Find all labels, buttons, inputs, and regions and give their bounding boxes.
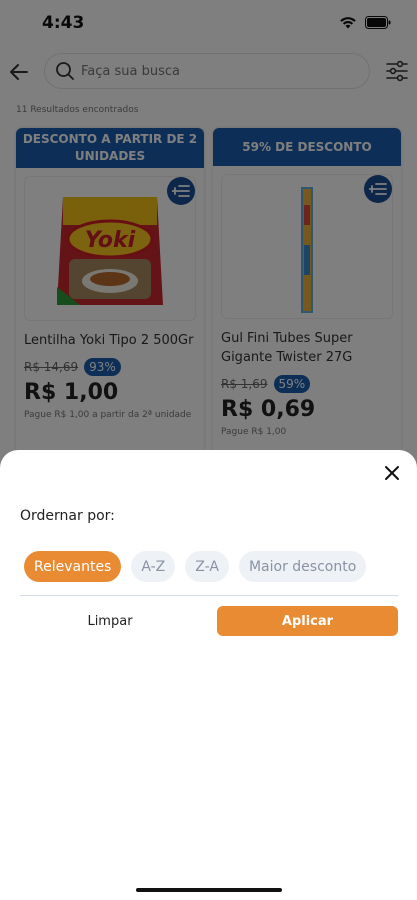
sort-option-maior-desconto[interactable]: Maior desconto	[238, 551, 367, 582]
close-button[interactable]	[383, 464, 401, 482]
divider	[20, 595, 398, 596]
sort-option-relevantes[interactable]: Relevantes	[24, 551, 122, 582]
sort-options: Relevantes A-Z Z-A Maior desconto	[24, 551, 367, 582]
sort-bottom-sheet: Ordernar por: Relevantes A-Z Z-A Maior d…	[0, 450, 417, 900]
sort-option-a-z[interactable]: A-Z	[131, 551, 176, 582]
home-indicator[interactable]	[136, 888, 282, 892]
sort-title: Ordernar por:	[20, 508, 115, 524]
apply-button[interactable]: Aplicar	[217, 606, 398, 636]
close-icon	[385, 466, 399, 480]
sort-option-z-a[interactable]: Z-A	[185, 551, 229, 582]
clear-button[interactable]: Limpar	[20, 606, 200, 636]
